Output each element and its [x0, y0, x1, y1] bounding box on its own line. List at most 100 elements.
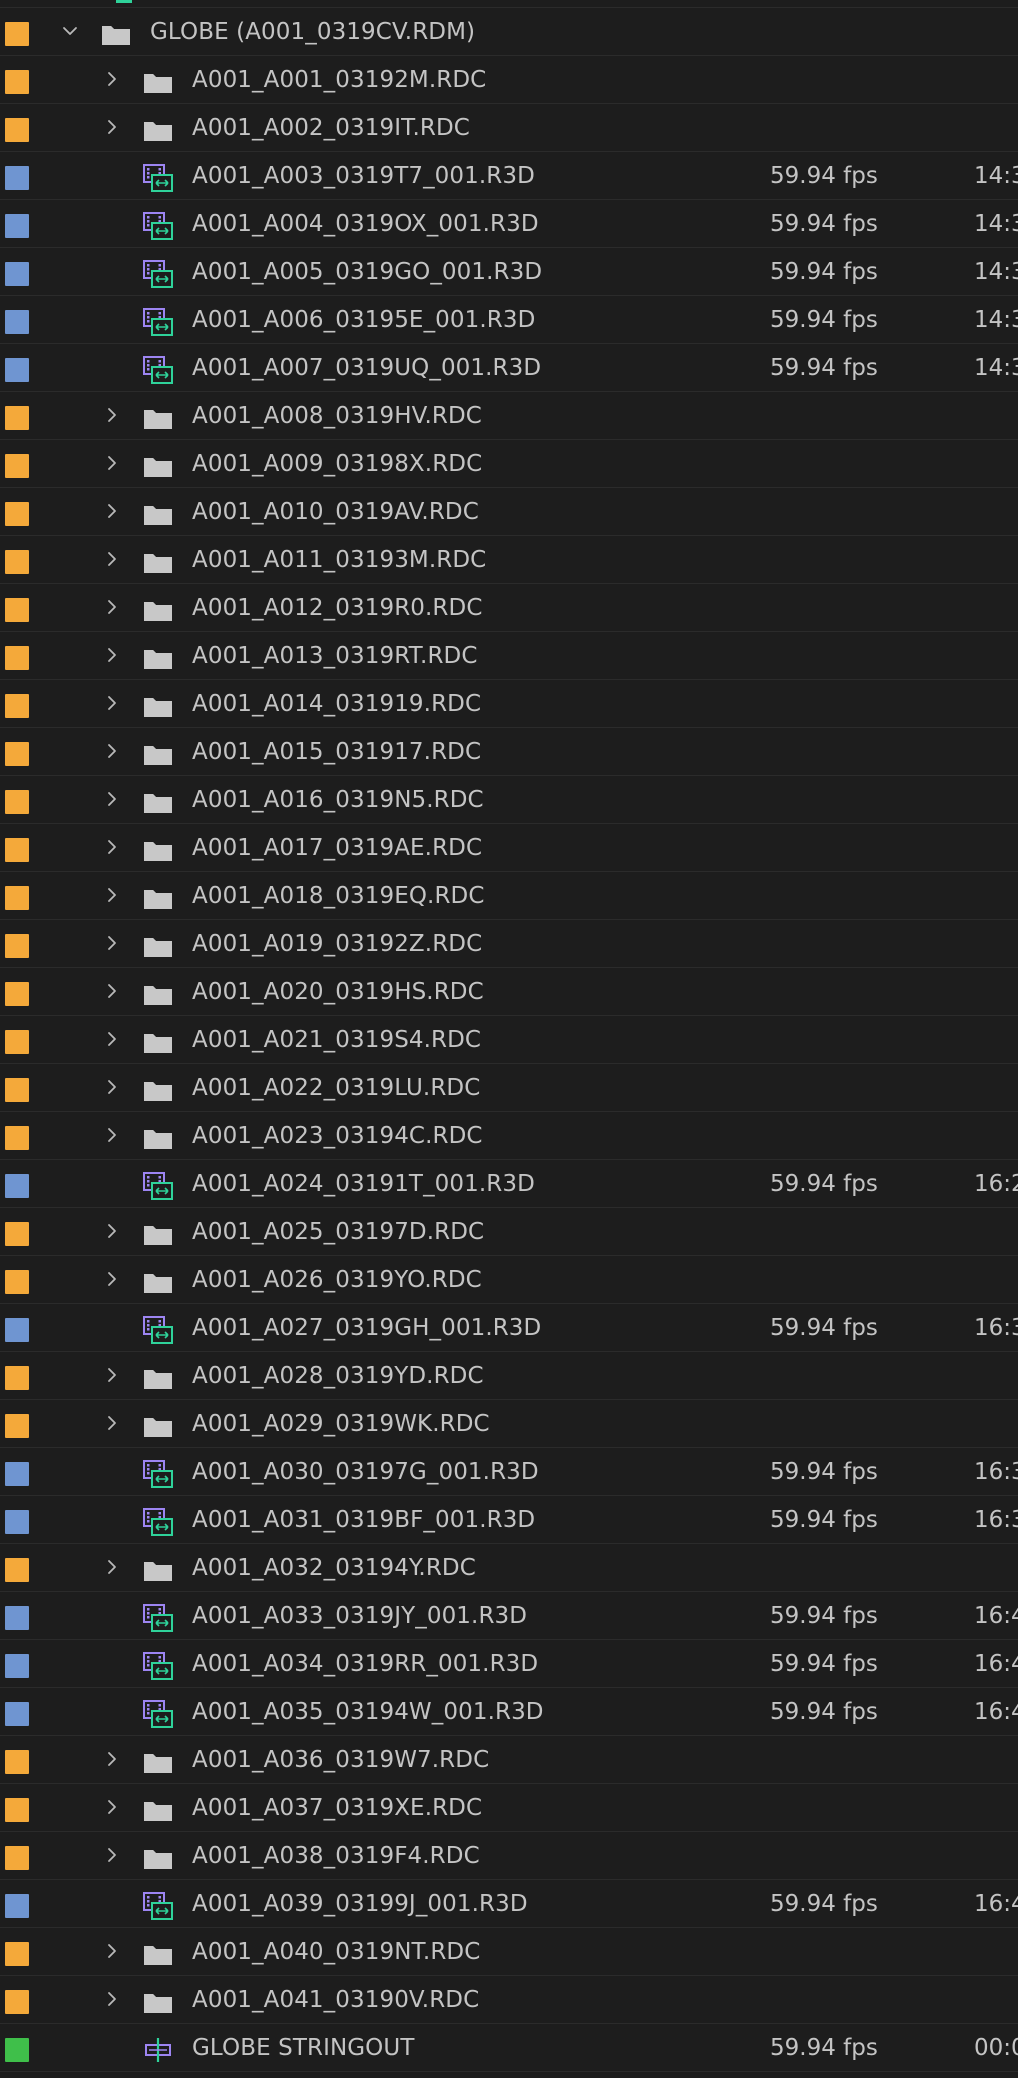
sequence-row[interactable]: GLOBE STRINGOUT 59.94 fps 00:0 — [0, 2024, 1018, 2072]
label-color-swatch[interactable] — [5, 1126, 29, 1150]
label-color-swatch[interactable] — [5, 838, 29, 862]
label-color-swatch[interactable] — [5, 1798, 29, 1822]
bin-row[interactable]: A001_A016_0319N5.RDC — [0, 776, 1018, 824]
chevron-right-icon[interactable] — [103, 1750, 121, 1768]
label-color-swatch[interactable] — [5, 1894, 29, 1918]
label-color-swatch[interactable] — [5, 1270, 29, 1294]
label-color-swatch[interactable] — [5, 1030, 29, 1054]
chevron-right-icon[interactable] — [103, 790, 121, 808]
chevron-right-icon[interactable] — [103, 1366, 121, 1384]
clip-row[interactable]: A001_A024_03191T_001.R3D 59.94 fps 16:2 — [0, 1160, 1018, 1208]
clip-row[interactable]: A001_A007_0319UQ_001.R3D 59.94 fps 14:3 — [0, 344, 1018, 392]
chevron-right-icon[interactable] — [103, 550, 121, 568]
bin-row[interactable]: A001_A013_0319RT.RDC — [0, 632, 1018, 680]
bin-row[interactable]: A001_A019_03192Z.RDC — [0, 920, 1018, 968]
bin-row[interactable]: A001_A036_0319W7.RDC — [0, 1736, 1018, 1784]
chevron-right-icon[interactable] — [103, 598, 121, 616]
label-color-swatch[interactable] — [5, 1990, 29, 2014]
label-color-swatch[interactable] — [5, 790, 29, 814]
bin-row[interactable]: A001_A029_0319WK.RDC — [0, 1400, 1018, 1448]
label-color-swatch[interactable] — [5, 118, 29, 142]
clip-row[interactable]: A001_A034_0319RR_001.R3D 59.94 fps 16:4 — [0, 1640, 1018, 1688]
bin-row[interactable]: A001_A040_0319NT.RDC — [0, 1928, 1018, 1976]
label-color-swatch[interactable] — [5, 886, 29, 910]
chevron-right-icon[interactable] — [103, 694, 121, 712]
label-color-swatch[interactable] — [5, 1702, 29, 1726]
chevron-right-icon[interactable] — [103, 502, 121, 520]
bin-row[interactable]: A001_A017_0319AE.RDC — [0, 824, 1018, 872]
chevron-right-icon[interactable] — [103, 1414, 121, 1432]
chevron-right-icon[interactable] — [103, 1222, 121, 1240]
bin-row[interactable]: A001_A022_0319LU.RDC — [0, 1064, 1018, 1112]
chevron-right-icon[interactable] — [103, 406, 121, 424]
label-color-swatch[interactable] — [5, 550, 29, 574]
chevron-right-icon[interactable] — [103, 70, 121, 88]
chevron-right-icon[interactable] — [103, 934, 121, 952]
bin-row[interactable]: A001_A025_03197D.RDC — [0, 1208, 1018, 1256]
chevron-right-icon[interactable] — [103, 742, 121, 760]
label-color-swatch[interactable] — [5, 598, 29, 622]
bin-row[interactable]: A001_A023_03194C.RDC — [0, 1112, 1018, 1160]
label-color-swatch[interactable] — [5, 502, 29, 526]
clip-row[interactable]: A001_A033_0319JY_001.R3D 59.94 fps 16:4 — [0, 1592, 1018, 1640]
chevron-right-icon[interactable] — [103, 1270, 121, 1288]
label-color-swatch[interactable] — [5, 1750, 29, 1774]
bin-row[interactable]: A001_A041_03190V.RDC — [0, 1976, 1018, 2024]
bin-row[interactable]: A001_A020_0319HS.RDC — [0, 968, 1018, 1016]
label-color-swatch[interactable] — [5, 262, 29, 286]
bin-row[interactable]: A001_A012_0319R0.RDC — [0, 584, 1018, 632]
label-color-swatch[interactable] — [5, 1558, 29, 1582]
label-color-swatch[interactable] — [5, 694, 29, 718]
label-color-swatch[interactable] — [5, 22, 29, 46]
label-color-swatch[interactable] — [5, 1222, 29, 1246]
bin-row[interactable]: A001_A038_0319F4.RDC — [0, 1832, 1018, 1880]
label-color-swatch[interactable] — [5, 1414, 29, 1438]
label-color-swatch[interactable] — [5, 1654, 29, 1678]
bin-row[interactable]: A001_A028_0319YD.RDC — [0, 1352, 1018, 1400]
bin-row[interactable]: A001_A010_0319AV.RDC — [0, 488, 1018, 536]
bin-row[interactable]: A001_A009_03198X.RDC — [0, 440, 1018, 488]
label-color-swatch[interactable] — [5, 1462, 29, 1486]
label-color-swatch[interactable] — [5, 1942, 29, 1966]
chevron-down-icon[interactable] — [61, 22, 79, 40]
bin-row[interactable]: A001_A037_0319XE.RDC — [0, 1784, 1018, 1832]
chevron-right-icon[interactable] — [103, 1990, 121, 2008]
chevron-right-icon[interactable] — [103, 1798, 121, 1816]
chevron-right-icon[interactable] — [103, 1846, 121, 1864]
clip-row[interactable]: A001_A035_03194W_001.R3D 59.94 fps 16:4 — [0, 1688, 1018, 1736]
label-color-swatch[interactable] — [5, 1366, 29, 1390]
chevron-right-icon[interactable] — [103, 646, 121, 664]
bin-row[interactable]: A001_A026_0319YO.RDC — [0, 1256, 1018, 1304]
bin-row[interactable]: A001_A015_031917.RDC — [0, 728, 1018, 776]
label-color-swatch[interactable] — [5, 934, 29, 958]
chevron-right-icon[interactable] — [103, 838, 121, 856]
bin-row[interactable]: A001_A011_03193M.RDC — [0, 536, 1018, 584]
bin-row[interactable]: A001_A001_03192M.RDC — [0, 56, 1018, 104]
chevron-right-icon[interactable] — [103, 118, 121, 136]
chevron-right-icon[interactable] — [103, 1030, 121, 1048]
bin-row[interactable]: A001_A032_03194Y.RDC — [0, 1544, 1018, 1592]
label-color-swatch[interactable] — [5, 2038, 29, 2062]
label-color-swatch[interactable] — [5, 1606, 29, 1630]
label-color-swatch[interactable] — [5, 406, 29, 430]
bin-row[interactable]: A001_A008_0319HV.RDC — [0, 392, 1018, 440]
label-color-swatch[interactable] — [5, 1846, 29, 1870]
label-color-swatch[interactable] — [5, 1174, 29, 1198]
chevron-right-icon[interactable] — [103, 1558, 121, 1576]
clip-row[interactable]: A001_A039_03199J_001.R3D 59.94 fps 16:4 — [0, 1880, 1018, 1928]
label-color-swatch[interactable] — [5, 358, 29, 382]
label-color-swatch[interactable] — [5, 646, 29, 670]
label-color-swatch[interactable] — [5, 454, 29, 478]
label-color-swatch[interactable] — [5, 742, 29, 766]
bin-row[interactable]: A001_A018_0319EQ.RDC — [0, 872, 1018, 920]
chevron-right-icon[interactable] — [103, 886, 121, 904]
chevron-right-icon[interactable] — [103, 1126, 121, 1144]
label-color-swatch[interactable] — [5, 166, 29, 190]
clip-row[interactable]: A001_A006_03195E_001.R3D 59.94 fps 14:3 — [0, 296, 1018, 344]
clip-row[interactable]: A001_A004_0319OX_001.R3D 59.94 fps 14:3 — [0, 200, 1018, 248]
label-color-swatch[interactable] — [5, 1510, 29, 1534]
chevron-right-icon[interactable] — [103, 1078, 121, 1096]
label-color-swatch[interactable] — [5, 982, 29, 1006]
chevron-right-icon[interactable] — [103, 1942, 121, 1960]
label-color-swatch[interactable] — [5, 70, 29, 94]
